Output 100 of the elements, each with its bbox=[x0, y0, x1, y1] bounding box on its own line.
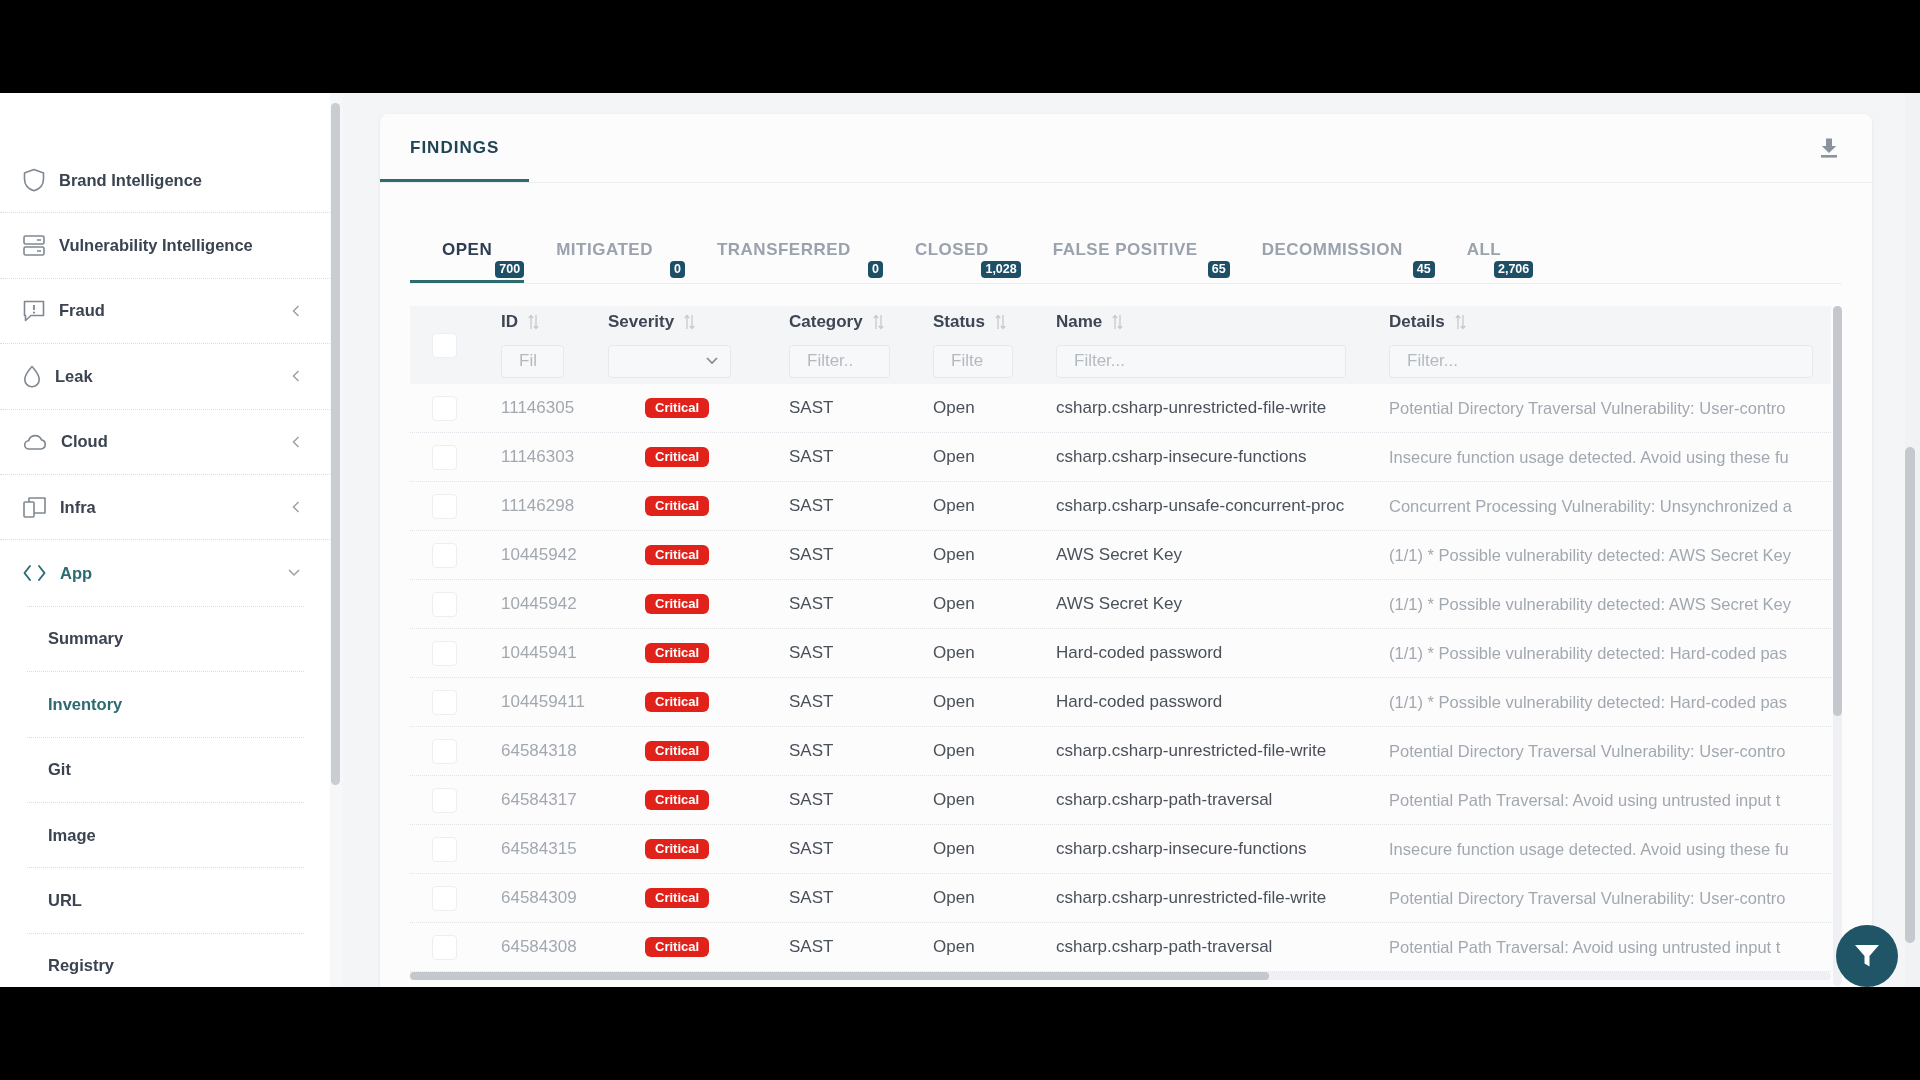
sort-icon[interactable] bbox=[528, 314, 539, 330]
status-text: Open bbox=[933, 545, 975, 565]
nav-subitem[interactable]: Inventory bbox=[27, 671, 304, 737]
finding-id: 11146298 bbox=[501, 496, 575, 516]
severity-badge: Critical bbox=[645, 496, 710, 516]
nav-subitem[interactable]: Summary bbox=[27, 605, 304, 672]
details-text: Insecure function usage detected. Avoid using these fu bbox=[1389, 839, 1789, 859]
rule-name: Hard-coded password bbox=[1056, 692, 1223, 712]
sort-icon[interactable] bbox=[994, 314, 1006, 330]
filter-input[interactable]: Filter... bbox=[1389, 344, 1813, 378]
severity-badge: Critical bbox=[645, 741, 710, 761]
column-header: Category bbox=[789, 312, 863, 332]
rule-name: AWS Secret Key bbox=[1056, 545, 1182, 565]
category-text: SAST bbox=[789, 741, 834, 761]
sort-icon[interactable] bbox=[684, 314, 696, 330]
nav-subitem[interactable]: Git bbox=[27, 736, 304, 802]
rule-name: csharp.csharp-path-traversal bbox=[1056, 790, 1273, 810]
details-text: (1/1) * Possible vulnerability detected: AWS Secret Key bbox=[1389, 545, 1791, 565]
finding-id: 10445941 bbox=[501, 643, 577, 663]
finding-id: 64584318 bbox=[501, 741, 577, 761]
download-icon bbox=[1821, 138, 1837, 158]
column-header: Name bbox=[1056, 312, 1103, 332]
filter-input[interactable]: Filter... bbox=[1056, 344, 1346, 378]
finding-id: 64584308 bbox=[501, 937, 577, 957]
details-text: Potential Directory Traversal Vulnerability: User-contro bbox=[1389, 741, 1786, 761]
section-tab[interactable]: FINDINGS bbox=[380, 114, 530, 182]
column-header: Status bbox=[933, 312, 985, 332]
status-text: Open bbox=[933, 594, 975, 614]
chevron-down-icon bbox=[706, 357, 718, 365]
category-text: SAST bbox=[789, 888, 834, 908]
category-text: SAST bbox=[789, 398, 834, 418]
nav-item[interactable]: App bbox=[0, 540, 330, 606]
status-text: Open bbox=[933, 496, 975, 516]
filter-icon bbox=[1854, 944, 1880, 968]
status-text: Open bbox=[933, 839, 975, 859]
filter-dropdown[interactable] bbox=[608, 344, 731, 378]
sort-icon[interactable] bbox=[872, 314, 884, 330]
status-tab[interactable]: ALL 2,706 bbox=[1434, 240, 1534, 283]
nav-subitem[interactable]: Image bbox=[27, 801, 304, 868]
status-text: Open bbox=[933, 643, 975, 663]
sort-icon[interactable] bbox=[1454, 314, 1466, 330]
finding-id: 11146303 bbox=[501, 447, 575, 467]
filter-input[interactable]: Filte bbox=[933, 344, 1013, 378]
cloud-icon bbox=[23, 433, 47, 450]
rule-name: AWS Secret Key bbox=[1056, 594, 1182, 614]
status-tab[interactable]: FALSE POSITIVE 65 bbox=[1020, 240, 1230, 283]
server-icon bbox=[23, 235, 45, 257]
details-text: (1/1) * Possible vulnerability detected: Hard-coded pas bbox=[1389, 643, 1788, 663]
shield-icon bbox=[23, 168, 45, 193]
severity-badge: Critical bbox=[645, 839, 710, 859]
drop-icon bbox=[23, 364, 41, 388]
details-text: Potential Directory Traversal Vulnerability: User-contro bbox=[1389, 888, 1786, 908]
category-text: SAST bbox=[789, 545, 834, 565]
filter-input[interactable]: Fil bbox=[501, 344, 564, 378]
severity-badge: Critical bbox=[645, 692, 710, 712]
status-text: Open bbox=[933, 888, 975, 908]
category-text: SAST bbox=[789, 594, 834, 614]
rule-name: csharp.csharp-unrestricted-file-write bbox=[1056, 398, 1327, 418]
column-header: ID bbox=[501, 312, 518, 332]
scrollbar-thumb[interactable] bbox=[331, 103, 340, 785]
details-text: Potential Path Traversal: Avoid using untrusted input t bbox=[1389, 790, 1781, 810]
status-tab[interactable]: MITIGATED 0 bbox=[524, 240, 685, 283]
finding-id: 10445942 bbox=[501, 545, 577, 565]
rule-name: csharp.csharp-insecure-functions bbox=[1056, 447, 1307, 467]
count-badge: 2,706 bbox=[1493, 261, 1534, 278]
finding-id: 11146305 bbox=[501, 398, 575, 418]
category-text: SAST bbox=[789, 643, 834, 663]
status-tab[interactable]: DECOMMISSION 45 bbox=[1229, 240, 1435, 283]
status-tab[interactable]: TRANSFERRED 0 bbox=[684, 240, 883, 283]
nav-subitem[interactable]: URL bbox=[27, 867, 304, 933]
severity-badge: Critical bbox=[645, 937, 710, 957]
category-text: SAST bbox=[789, 937, 834, 957]
sort-icon[interactable] bbox=[1112, 314, 1124, 330]
status-text: Open bbox=[933, 790, 975, 810]
column-header: Severity bbox=[608, 312, 675, 332]
category-text: SAST bbox=[789, 839, 834, 859]
category-text: SAST bbox=[789, 692, 834, 712]
rule-name: csharp.csharp-unrestricted-file-write bbox=[1056, 741, 1327, 761]
scrollbar-thumb[interactable] bbox=[1905, 447, 1915, 943]
count-badge: 45 bbox=[1412, 261, 1435, 278]
status-tab[interactable]: CLOSED 1,028 bbox=[882, 240, 1021, 283]
status-text: Open bbox=[933, 447, 975, 467]
status-text: Open bbox=[933, 741, 975, 761]
count-badge: 0 bbox=[669, 261, 685, 278]
finding-id: 64584317 bbox=[501, 790, 577, 810]
status-tab[interactable]: OPEN 700 bbox=[410, 240, 525, 283]
count-badge: 700 bbox=[495, 261, 525, 278]
rule-name: Hard-coded password bbox=[1056, 643, 1223, 663]
scrollbar-thumb[interactable] bbox=[410, 972, 1269, 980]
filter-input[interactable]: Filter.. bbox=[789, 344, 890, 378]
severity-badge: Critical bbox=[645, 545, 710, 565]
category-text: SAST bbox=[789, 447, 834, 467]
code-icon bbox=[23, 564, 46, 583]
details-text: Potential Path Traversal: Avoid using untrusted input t bbox=[1389, 937, 1781, 957]
rule-name: csharp.csharp-path-traversal bbox=[1056, 937, 1273, 957]
status-text: Open bbox=[933, 692, 975, 712]
scrollbar-thumb[interactable] bbox=[1833, 306, 1842, 716]
rule-name: csharp.csharp-insecure-functions bbox=[1056, 839, 1307, 859]
overlapping-squares-icon bbox=[23, 496, 46, 518]
download-button[interactable] bbox=[1821, 138, 1837, 158]
